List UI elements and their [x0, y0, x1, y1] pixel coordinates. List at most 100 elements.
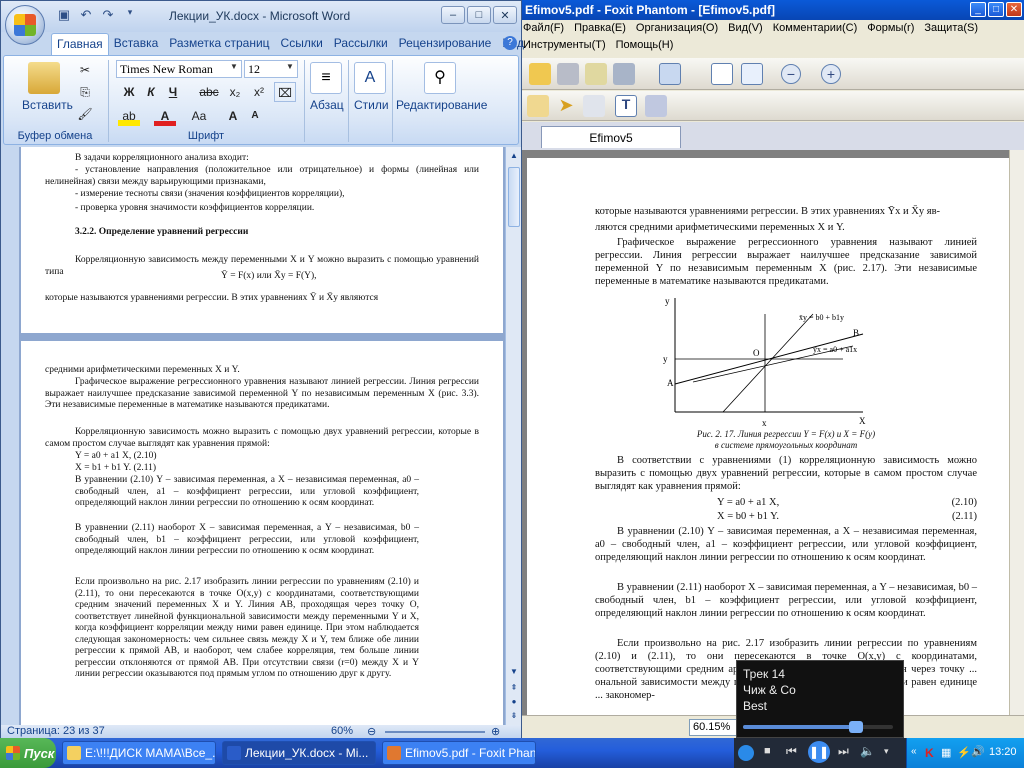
pdf-vertical-scrollbar[interactable]: [1009, 150, 1024, 715]
zoom-out-circle-icon[interactable]: −: [781, 64, 801, 84]
subscript-button[interactable]: x₂: [224, 82, 246, 102]
change-case-icon[interactable]: Aa: [188, 106, 210, 126]
superscript-button[interactable]: x²: [248, 82, 270, 102]
ribbon-tab[interactable]: Вставка: [109, 33, 165, 55]
zoom-slider[interactable]: [385, 731, 485, 733]
qat-dropdown-icon[interactable]: ▾: [121, 7, 139, 25]
redo-icon[interactable]: ↷: [99, 7, 117, 25]
next-page-icon[interactable]: ⇟: [507, 709, 521, 723]
volume-icon[interactable]: 🔈: [860, 744, 875, 758]
antivirus-icon[interactable]: K: [925, 746, 934, 760]
grow-font-icon[interactable]: A: [222, 106, 244, 126]
paragraph-button-label[interactable]: Абзац: [310, 98, 344, 112]
paragraph-icon[interactable]: ≡: [310, 62, 342, 94]
ribbon-tab[interactable]: Разметка страниц: [164, 33, 275, 55]
highlight-icon[interactable]: ab: [118, 106, 140, 126]
zoom-level[interactable]: 60%: [331, 725, 353, 737]
zoom-in-icon[interactable]: ⊕: [491, 725, 500, 738]
media-progress[interactable]: [743, 721, 893, 733]
minimize-button[interactable]: _: [970, 2, 986, 17]
ribbon-tab[interactable]: Главная: [51, 33, 109, 55]
prev-page-icon[interactable]: ⇞: [507, 681, 521, 695]
italic-button[interactable]: К: [140, 82, 162, 102]
scroll-thumb[interactable]: [508, 167, 520, 227]
format-painter-icon[interactable]: 🖌: [74, 104, 96, 124]
text-select-icon[interactable]: T: [615, 95, 637, 117]
fit-width-icon[interactable]: [741, 63, 763, 85]
font-name-value: Times New Roman: [120, 62, 213, 76]
paste-icon[interactable]: [28, 62, 60, 94]
maximize-button[interactable]: □: [467, 6, 491, 24]
browse-object-icon[interactable]: ●: [507, 695, 521, 709]
scroll-down-icon[interactable]: ▼: [507, 665, 521, 679]
scroll-up-icon[interactable]: ▲: [507, 149, 521, 163]
help-icon[interactable]: ?: [503, 36, 517, 50]
media-progress-knob[interactable]: [848, 721, 863, 733]
styles-icon[interactable]: A: [354, 62, 386, 94]
network-icon[interactable]: ▦: [941, 746, 951, 759]
menu-item[interactable]: Организация(O): [636, 22, 718, 35]
task-foxit[interactable]: Efimov5.pdf - Foxit Phan...: [382, 741, 536, 765]
menu-item[interactable]: Вид(V): [728, 22, 763, 35]
save-icon[interactable]: ▣: [55, 7, 73, 25]
power-icon[interactable]: ⚡: [957, 746, 971, 759]
underline-button[interactable]: Ч: [162, 82, 184, 102]
clock[interactable]: 13:20: [989, 746, 1017, 758]
task-word[interactable]: Лекции_УК.docx - Mi...: [222, 741, 376, 765]
reading-icon[interactable]: [527, 95, 549, 117]
bold-button[interactable]: Ж: [118, 82, 140, 102]
cut-icon[interactable]: ✂: [74, 60, 96, 80]
ribbon-tab[interactable]: Рассылки: [329, 33, 394, 55]
volume-tray-icon[interactable]: 🔊: [971, 745, 985, 758]
copy-icon[interactable]: ⎘: [74, 82, 96, 102]
hand-tool-icon[interactable]: [583, 95, 605, 117]
font-size-combo[interactable]: 12 ▼: [244, 60, 298, 78]
minimize-button[interactable]: –: [441, 6, 465, 24]
office-button[interactable]: [5, 5, 45, 45]
font-name-combo[interactable]: Times New Roman ▼: [116, 60, 242, 78]
undo-icon[interactable]: ↶: [77, 7, 95, 25]
paste-button-label[interactable]: Вставить: [22, 98, 73, 112]
open-icon[interactable]: [529, 63, 551, 85]
menu-item[interactable]: Помощь(H): [616, 39, 674, 52]
scan-icon[interactable]: [613, 63, 635, 85]
ribbon-tab[interactable]: Рецензирование: [394, 33, 498, 55]
page-counter[interactable]: Страница: 23 из 37: [7, 725, 105, 737]
email-icon[interactable]: [585, 63, 607, 85]
close-button[interactable]: ✕: [1006, 2, 1022, 17]
menu-item[interactable]: Правка(E): [574, 22, 626, 35]
fit-page-icon[interactable]: [711, 63, 733, 85]
menu-item[interactable]: Формы(r): [867, 22, 914, 35]
next-icon[interactable]: ⏭: [838, 744, 849, 759]
zoom-in-circle-icon[interactable]: +: [821, 64, 841, 84]
ribbon-tab[interactable]: Ссылки: [276, 33, 329, 55]
shrink-font-icon[interactable]: A: [244, 106, 266, 126]
task-explorer[interactable]: E:\!!!ДИСК МАМА\Все_...: [62, 741, 216, 765]
styles-button-label[interactable]: Стили: [354, 98, 389, 112]
pause-icon[interactable]: ❚❚: [808, 741, 830, 763]
menu-item[interactable]: Защита(S): [924, 22, 978, 35]
tray-chevron-icon[interactable]: «: [911, 746, 917, 757]
print-icon[interactable]: [557, 63, 579, 85]
previous-icon[interactable]: ⏮: [786, 744, 797, 759]
select-arrow-icon[interactable]: ➤: [555, 95, 577, 117]
binoculars-icon[interactable]: ⚲: [424, 62, 456, 94]
word-vertical-scrollbar[interactable]: ▲ ▼ ⇞ ● ⇟: [505, 147, 521, 725]
stop-icon[interactable]: ■: [764, 745, 771, 757]
close-button[interactable]: ✕: [493, 6, 517, 24]
menu-item[interactable]: Комментарии(C): [773, 22, 858, 35]
menu-item[interactable]: Инструменты(T): [523, 39, 606, 52]
zoom-out-icon[interactable]: ⊖: [367, 725, 376, 738]
clear-format-icon[interactable]: ⌧: [274, 82, 296, 102]
editing-button-label[interactable]: Редактирование: [396, 98, 487, 112]
snapshot-icon[interactable]: [645, 95, 667, 117]
maximize-button[interactable]: □: [988, 2, 1004, 17]
font-color-icon[interactable]: A: [154, 106, 176, 126]
start-button[interactable]: Пуск: [0, 738, 56, 768]
zoom-in-icon[interactable]: [659, 63, 681, 85]
strikethrough-button[interactable]: abc: [198, 82, 220, 102]
tab-efimov5[interactable]: Efimov5: [541, 126, 681, 148]
foxit-titlebar[interactable]: Efimov5.pdf - Foxit Phantom - [Efimov5.p…: [519, 0, 1024, 20]
player-menu-icon[interactable]: ▾: [884, 746, 889, 757]
word-icon: [227, 746, 241, 760]
